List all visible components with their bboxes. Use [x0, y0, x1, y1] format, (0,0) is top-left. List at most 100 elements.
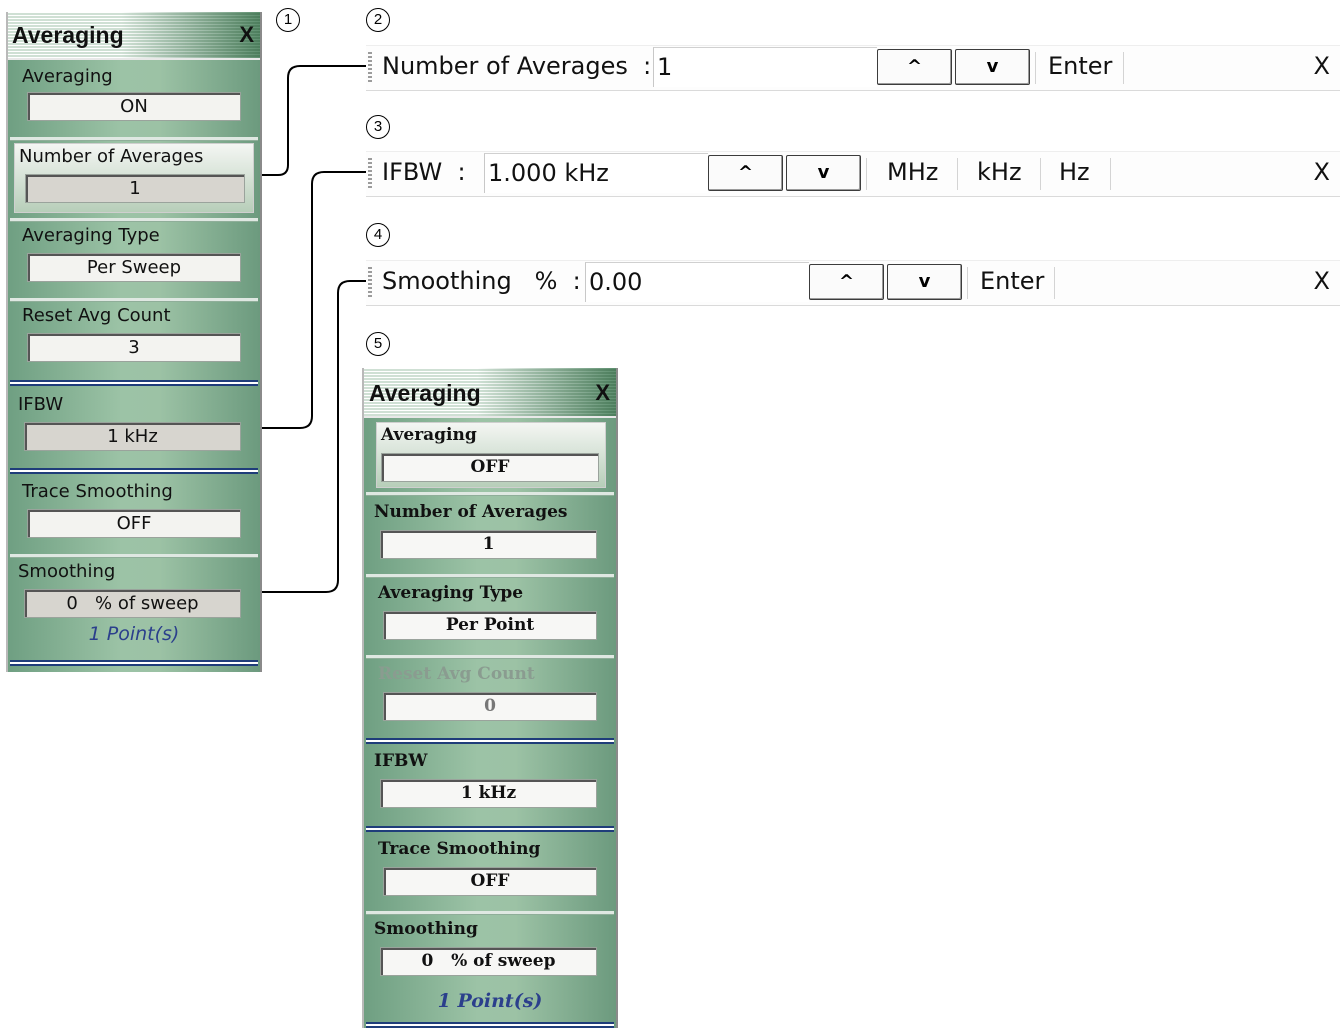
number-of-averages-toolbar: Number of Averages : 1 ^ v Enter X [366, 45, 1340, 91]
smoothing-label: Smoothing [18, 561, 116, 582]
averaging-type-value: Per Point [383, 611, 597, 640]
panel-title: Averaging [12, 22, 124, 48]
averaging-label: Averaging [22, 66, 113, 87]
smoothing-points-note: 1 Point(s) [437, 990, 543, 1012]
divider [866, 158, 867, 190]
averaging-type-button[interactable]: Averaging Type Per Point [370, 583, 610, 655]
averaging-label: Averaging [381, 425, 477, 445]
smoothing-toolbar: Smoothing % : 0.00 ^ v Enter X [366, 260, 1340, 306]
averaging-menu-panel-2: Averaging X Averaging OFF Number of Aver… [362, 368, 618, 1028]
number-of-averages-button[interactable]: Number of Averages 1 [370, 502, 610, 574]
toolbar-grip[interactable] [368, 158, 372, 190]
averaging-value: ON [27, 92, 241, 121]
reset-avg-count-button[interactable]: Reset Avg Count 0 [370, 664, 610, 736]
ifbw-toolbar: IFBW : 1.000 kHz ^ v MHz kHz Hz X [366, 151, 1340, 197]
smoothing-value: 0 % of sweep [380, 947, 597, 976]
unit-mhz-button[interactable]: MHz [887, 158, 938, 186]
ifbw-button[interactable]: IFBW 1 kHz [370, 751, 610, 823]
section-divider [366, 1022, 614, 1028]
toolbar-label: Number of Averages : [382, 52, 652, 80]
trace-smoothing-label: Trace Smoothing [22, 481, 173, 502]
decrement-button[interactable]: v [955, 49, 1030, 85]
toolbar-grip[interactable] [368, 52, 372, 84]
ifbw-label: IFBW [374, 751, 428, 771]
reset-avg-count-label: Reset Avg Count [22, 305, 171, 326]
section-divider [10, 660, 258, 666]
close-toolbar-button[interactable]: X [1314, 158, 1330, 186]
ifbw-value: 1 kHz [24, 422, 241, 451]
divider [10, 137, 258, 141]
enter-button[interactable]: Enter [980, 267, 1044, 295]
divider [1054, 267, 1055, 299]
ifbw-label: IFBW [18, 394, 64, 415]
close-toolbar-button[interactable]: X [1314, 267, 1330, 295]
averaging-type-button[interactable]: Averaging Type Per Sweep [14, 225, 254, 297]
divider [1110, 158, 1111, 190]
divider [1123, 52, 1124, 84]
section-divider [10, 380, 258, 386]
divider [967, 267, 968, 299]
toolbar-grip[interactable] [368, 267, 372, 299]
toolbar-label: IFBW : [382, 158, 466, 186]
averaging-toggle[interactable]: Averaging OFF [376, 422, 606, 488]
number-of-averages-value: 1 [25, 174, 245, 203]
toolbar-label: Smoothing % : [382, 267, 581, 295]
trace-smoothing-value: OFF [27, 509, 241, 538]
increment-button[interactable]: ^ [877, 49, 952, 85]
averaging-toggle[interactable]: Averaging ON [14, 64, 254, 134]
divider [10, 218, 258, 222]
reset-avg-count-button[interactable]: Reset Avg Count 3 [14, 305, 254, 377]
trace-smoothing-value: OFF [383, 867, 597, 896]
averaging-type-label: Averaging Type [378, 583, 524, 603]
panel-titlebar: Averaging X [8, 12, 260, 60]
trace-smoothing-toggle[interactable]: Trace Smoothing OFF [14, 481, 254, 553]
enter-button[interactable]: Enter [1048, 52, 1112, 80]
increment-button[interactable]: ^ [809, 264, 884, 300]
smoothing-points-note: 1 Point(s) [88, 623, 180, 645]
smoothing-button[interactable]: Smoothing 0 % of sweep 1 Point(s) [14, 561, 254, 657]
averaging-value: OFF [381, 453, 599, 482]
unit-hz-button[interactable]: Hz [1059, 158, 1090, 186]
divider [366, 574, 614, 578]
close-button[interactable]: X [595, 380, 610, 406]
smoothing-button[interactable]: Smoothing 0 % of sweep 1 Point(s) [370, 919, 610, 1015]
number-of-averages-value: 1 [380, 530, 597, 559]
decrement-button[interactable]: v [786, 155, 861, 191]
trace-smoothing-label: Trace Smoothing [378, 839, 541, 859]
divider [366, 492, 614, 496]
decrement-button[interactable]: v [887, 264, 962, 300]
number-of-averages-label: Number of Averages [19, 146, 204, 167]
unit-khz-button[interactable]: kHz [977, 158, 1022, 186]
averaging-type-label: Averaging Type [22, 225, 160, 246]
averaging-menu-panel-1: Averaging X Averaging ON Number of Avera… [6, 12, 262, 672]
divider [366, 911, 614, 915]
panel-titlebar: Averaging X [364, 368, 616, 418]
averaging-type-value: Per Sweep [27, 253, 241, 282]
section-divider [366, 826, 614, 832]
smoothing-value: 0 % of sweep [24, 589, 241, 618]
divider [1035, 52, 1036, 84]
divider [366, 655, 614, 659]
number-of-averages-input[interactable]: 1 [653, 47, 877, 87]
section-divider [10, 468, 258, 474]
reset-avg-count-value: 3 [27, 333, 241, 362]
section-divider [366, 738, 614, 744]
ifbw-input[interactable]: 1.000 kHz [484, 153, 708, 193]
ifbw-button[interactable]: IFBW 1 kHz [14, 394, 254, 466]
number-of-averages-label: Number of Averages [374, 502, 568, 522]
smoothing-label: Smoothing [374, 919, 478, 939]
panel-title: Averaging [369, 380, 481, 406]
divider [1040, 158, 1041, 190]
divider [957, 158, 958, 190]
reset-avg-count-label: Reset Avg Count [378, 664, 535, 684]
close-button[interactable]: X [239, 22, 254, 48]
divider [10, 554, 258, 558]
divider [10, 298, 258, 302]
ifbw-value: 1 kHz [380, 779, 597, 808]
close-toolbar-button[interactable]: X [1314, 52, 1330, 80]
reset-avg-count-value: 0 [383, 692, 597, 721]
increment-button[interactable]: ^ [708, 155, 783, 191]
number-of-averages-button[interactable]: Number of Averages 1 [14, 143, 254, 213]
smoothing-input[interactable]: 0.00 [585, 262, 809, 302]
trace-smoothing-toggle[interactable]: Trace Smoothing OFF [370, 839, 610, 911]
